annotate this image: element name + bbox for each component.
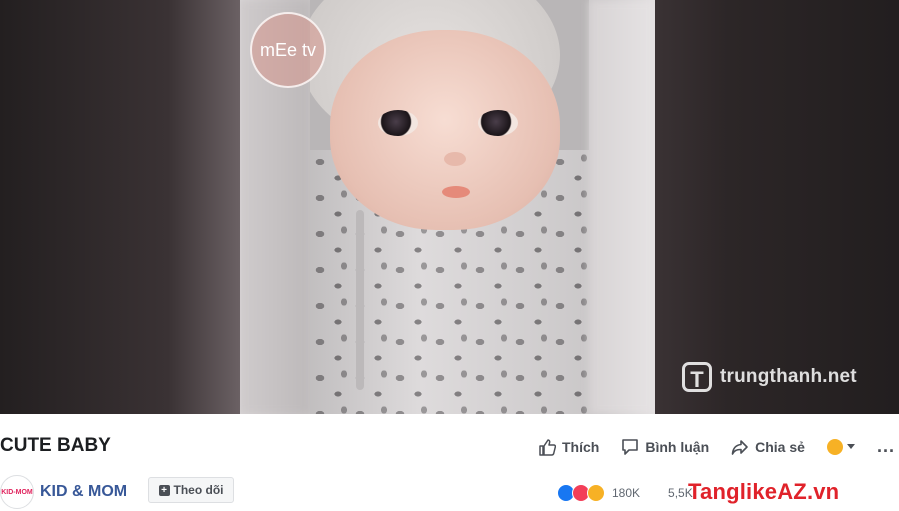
baby-nose	[444, 152, 466, 166]
overlay-watermark: TanglikeAZ.vn	[688, 479, 840, 504]
video-watermark: T trungthanh.net	[682, 360, 857, 394]
reactions-count[interactable]: 180K	[612, 486, 640, 500]
video-blur-right	[589, 0, 655, 414]
watermark-text: trungthanh.net	[720, 366, 857, 387]
share-icon	[731, 439, 748, 455]
share-label: Chia sẻ	[755, 438, 805, 455]
follow-button[interactable]: + Theo dõi	[148, 477, 234, 503]
watermark-logo-icon: T	[682, 362, 712, 392]
comment-icon	[622, 438, 639, 455]
thumbs-up-icon	[539, 438, 556, 456]
reaction-selector-button[interactable]	[826, 438, 855, 455]
video-title: CUTE BABY	[0, 435, 111, 456]
comment-button[interactable]: Bình luận	[621, 438, 709, 456]
comment-label: Bình luận	[645, 438, 710, 455]
jacket-zipper	[356, 210, 364, 390]
baby-face	[330, 30, 560, 230]
baby-mouth	[442, 186, 470, 198]
baby-eye-left	[378, 110, 418, 136]
page-info: KID-MOM KID & MOM	[0, 475, 127, 509]
baby-eye-right	[478, 110, 518, 136]
channel-logo-icon: mEe tv	[250, 12, 326, 88]
follow-label: Theo dõi	[173, 483, 224, 497]
share-button[interactable]: Chia sẻ	[731, 438, 805, 456]
video-player[interactable]: mEe tv T trungthanh.net	[0, 0, 899, 414]
page-avatar[interactable]: KID-MOM	[0, 475, 34, 509]
haha-reaction-icon	[587, 484, 605, 502]
post-actions: Thích Bình luận Chia sẻ ...	[538, 436, 895, 457]
video-background-left	[0, 0, 240, 414]
post-stats: 180K 5,5K	[557, 484, 693, 502]
page-name-link[interactable]: KID & MOM	[40, 483, 127, 501]
more-options-icon[interactable]: ...	[877, 436, 895, 457]
follow-plus-icon: +	[158, 484, 170, 496]
chevron-down-icon	[846, 444, 855, 449]
video-content	[310, 0, 589, 414]
like-button[interactable]: Thích	[538, 438, 599, 456]
like-label: Thích	[562, 438, 600, 455]
emoji-face-icon	[826, 438, 843, 455]
video-background-right	[655, 0, 899, 414]
